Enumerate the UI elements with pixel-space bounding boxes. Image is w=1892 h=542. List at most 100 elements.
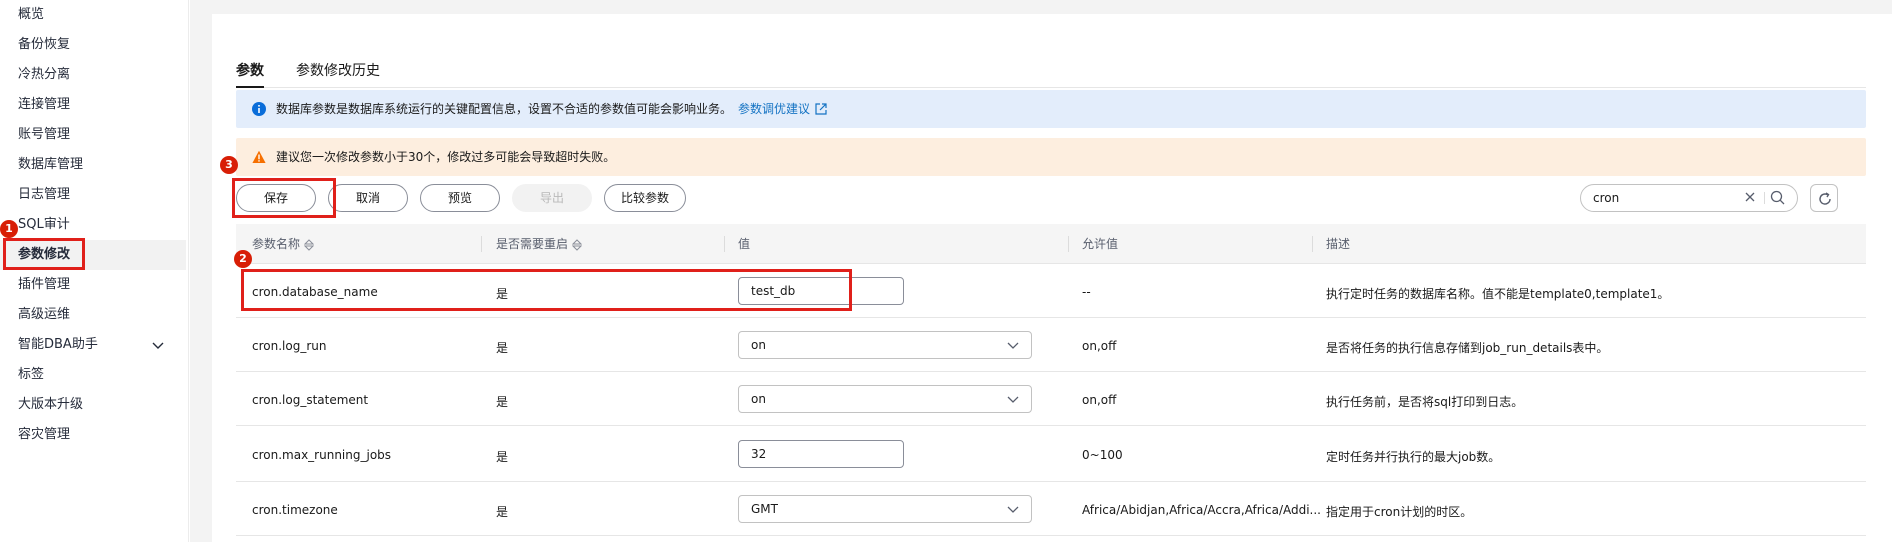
value-input[interactable]: 32	[738, 440, 904, 468]
column-separator	[1312, 236, 1313, 252]
info-alert: 数据库参数是数据库系统运行的关键配置信息，设置不合适的参数值可能会影响业务。 参数…	[236, 90, 1866, 128]
sidebar-item-sql-audit[interactable]: SQL审计	[0, 210, 186, 240]
chevron-down-icon	[152, 342, 164, 349]
info-alert-text: 数据库参数是数据库系统运行的关键配置信息，设置不合适的参数值可能会影响业务。	[276, 102, 733, 116]
value-select-text: on	[751, 392, 766, 406]
chevron-down-icon	[1007, 342, 1019, 349]
param-name: cron.max_running_jobs	[252, 448, 392, 462]
sidebar-item-hot-cold[interactable]: 冷热分离	[0, 60, 186, 90]
sidebar-item-label: 标签	[18, 367, 45, 382]
column-header-allowed: 允许值	[1082, 237, 1119, 251]
param-description: 执行任务前，是否将sql打印到日志。	[1326, 395, 1524, 409]
value-select-text: on	[751, 338, 766, 352]
sidebar-item-parameters[interactable]: 参数修改	[0, 240, 186, 270]
table-row: cron.timezone 是 GMT Africa/Abidjan,Afric…	[236, 482, 1866, 536]
refresh-button[interactable]	[1810, 184, 1838, 212]
table-row: cron.log_run 是 on on,off 是否将任务的执行信息存储到jo…	[236, 318, 1866, 372]
restart-required: 是	[496, 505, 509, 519]
sidebar-item-accounts[interactable]: 账号管理	[0, 120, 186, 150]
sidebar-item-label: 插件管理	[18, 277, 71, 292]
sidebar-item-label: 备份恢复	[18, 37, 71, 52]
save-button[interactable]: 保存	[236, 184, 316, 212]
table-row: cron.database_name 是 test_db -- 执行定时任务的数…	[236, 264, 1866, 318]
external-link-icon[interactable]	[815, 103, 827, 115]
param-name: cron.log_run	[252, 339, 327, 353]
sidebar-item-tags[interactable]: 标签	[0, 360, 186, 390]
search-separator	[1764, 192, 1765, 204]
sidebar-item-label: 连接管理	[18, 97, 71, 112]
cancel-button[interactable]: 取消	[328, 184, 408, 212]
sort-icon[interactable]	[304, 238, 315, 251]
search-input[interactable]: cron	[1580, 184, 1798, 212]
sidebar-item-label: 参数修改	[18, 247, 71, 262]
value-select[interactable]: GMT	[738, 495, 1032, 523]
sidebar-item-label: 概览	[18, 7, 45, 22]
column-header-value: 值	[738, 237, 751, 251]
sidebar-item-backup-restore[interactable]: 备份恢复	[0, 30, 186, 60]
sidebar-item-connections[interactable]: 连接管理	[0, 90, 186, 120]
restart-required: 是	[496, 341, 509, 355]
column-separator	[1068, 236, 1069, 252]
tab-parameters[interactable]: 参数	[236, 60, 264, 88]
column-header-label: 是否需要重启	[496, 237, 569, 251]
sidebar: 概览 备份恢复 冷热分离 连接管理 账号管理 数据库管理 日志管理 SQL审计 …	[0, 0, 189, 542]
sidebar-item-label: 数据库管理	[18, 157, 84, 172]
column-header-name[interactable]: 参数名称	[252, 224, 315, 264]
annotation-badge-3: 3	[220, 156, 238, 174]
search-icon[interactable]	[1770, 190, 1785, 205]
sidebar-item-label: 智能DBA助手	[18, 337, 98, 352]
column-separator	[724, 236, 725, 252]
sidebar-item-logs[interactable]: 日志管理	[0, 180, 186, 210]
sidebar-item-label: 高级运维	[18, 307, 71, 322]
sidebar-item-label: 账号管理	[18, 127, 71, 142]
allowed-values: --	[1082, 285, 1091, 299]
allowed-values: Africa/Abidjan,Africa/Accra,Africa/Addi.…	[1082, 503, 1321, 517]
sidebar-item-databases[interactable]: 数据库管理	[0, 150, 186, 180]
value-select[interactable]: on	[738, 385, 1032, 413]
restart-required: 是	[496, 395, 509, 409]
sidebar-item-label: SQL审计	[18, 217, 70, 232]
column-header-description: 描述	[1326, 237, 1351, 251]
restart-required: 是	[496, 450, 509, 464]
column-header-restart[interactable]: 是否需要重启	[496, 224, 583, 264]
main-area: 参数 参数修改历史 数据库参数是数据库系统运行的关键配置信息，设置不合适的参数值…	[190, 0, 1892, 542]
column-separator	[481, 236, 482, 252]
sidebar-item-upgrade[interactable]: 大版本升级	[0, 390, 186, 420]
warning-icon	[252, 150, 266, 163]
refresh-icon	[1819, 192, 1831, 205]
info-icon	[252, 102, 266, 116]
sidebar-item-label: 冷热分离	[18, 67, 71, 82]
tuning-advice-link[interactable]: 参数调优建议	[738, 102, 810, 116]
warning-alert-text: 建议您一次修改参数小于30个，修改过多可能会导致超时失败。	[276, 150, 616, 164]
preview-button[interactable]: 预览	[420, 184, 500, 212]
parameters-panel: 参数 参数修改历史 数据库参数是数据库系统运行的关键配置信息，设置不合适的参数值…	[212, 14, 1892, 542]
warning-alert: 建议您一次修改参数小于30个，修改过多可能会导致超时失败。	[236, 138, 1866, 176]
table-row: cron.log_statement 是 on on,off 执行任务前，是否将…	[236, 372, 1866, 426]
sidebar-item-disaster-recovery[interactable]: 容灾管理	[0, 420, 186, 450]
compare-parameters-button[interactable]: 比较参数	[604, 184, 686, 212]
param-description: 执行定时任务的数据库名称。值不能是template0,template1。	[1326, 287, 1670, 301]
param-description: 是否将任务的执行信息存储到job_run_details表中。	[1326, 341, 1609, 355]
value-input[interactable]: test_db	[738, 277, 904, 305]
export-button[interactable]: 导出	[512, 184, 592, 212]
tab-parameter-history[interactable]: 参数修改历史	[296, 60, 380, 88]
param-name: cron.timezone	[252, 503, 338, 517]
param-name: cron.log_statement	[252, 393, 369, 407]
table-header: 参数名称 是否需要重启 值 允许值 描述	[236, 224, 1866, 264]
clear-icon[interactable]	[1743, 190, 1757, 204]
sidebar-item-label: 日志管理	[18, 187, 71, 202]
sidebar-item-dba-assistant[interactable]: 智能DBA助手	[0, 330, 186, 360]
allowed-values: 0~100	[1082, 448, 1123, 462]
search-input-value: cron	[1593, 191, 1620, 205]
sort-icon[interactable]	[572, 238, 583, 251]
annotation-badge-2: 2	[234, 250, 252, 268]
tab-bar: 参数 参数修改历史	[236, 48, 1866, 88]
sidebar-item-overview[interactable]: 概览	[0, 0, 186, 30]
column-header-label: 参数名称	[252, 237, 301, 251]
sidebar-item-advanced-ops[interactable]: 高级运维	[0, 300, 186, 330]
value-select[interactable]: on	[738, 331, 1032, 359]
param-description: 定时任务并行执行的最大job数。	[1326, 450, 1501, 464]
param-name: cron.database_name	[252, 285, 378, 299]
param-description: 指定用于cron计划的时区。	[1326, 505, 1473, 519]
sidebar-item-plugins[interactable]: 插件管理	[0, 270, 186, 300]
